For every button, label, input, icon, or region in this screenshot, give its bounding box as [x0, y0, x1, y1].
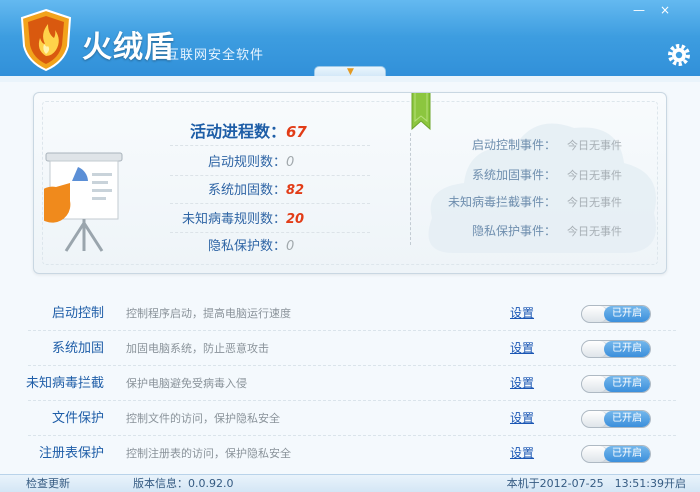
check-update-link[interactable]: 检查更新 [26, 475, 70, 492]
minimize-button[interactable]: — [626, 0, 652, 20]
app-subtitle: 互联网安全软件 [166, 48, 265, 63]
event-privacy-value: 今日无事件 [567, 225, 622, 238]
feature-row-file-protection: 文件保护 控制文件的访问，保护隐私安全 设置 已开启 [28, 401, 676, 436]
feature-description: 控制程序启动，提高电脑运行速度 [126, 307, 291, 320]
stat-value: 0 [286, 155, 295, 170]
toggle-label: 已开启 [604, 376, 650, 392]
close-button[interactable]: × [652, 0, 678, 20]
feature-toggle[interactable]: 已开启 [581, 375, 651, 393]
feature-toggle[interactable]: 已开启 [581, 305, 651, 323]
stat-label: 启动规则数： [207, 155, 286, 170]
settings-link[interactable]: 设置 [510, 401, 534, 436]
stat-privacy-protection: 隐私保护数： 0 [34, 236, 394, 258]
toggle-label: 已开启 [604, 341, 650, 357]
stat-active-processes: 活动进程数： 67 [34, 121, 394, 143]
divider [170, 145, 370, 146]
settings-link[interactable]: 设置 [510, 436, 534, 471]
stat-value: 67 [286, 123, 307, 141]
chevron-down-icon: ▼ [347, 67, 354, 77]
event-virus-intercept-value: 今日无事件 [567, 196, 622, 209]
event-virus-intercept-label: 未知病毒拦截事件： [447, 195, 556, 209]
divider [170, 175, 370, 176]
toggle-label: 已开启 [604, 446, 650, 462]
stat-value: 0 [286, 239, 295, 254]
event-startup-control-label: 启动控制事件： [471, 138, 556, 152]
stat-unknown-virus-rules: 未知病毒规则数： 20 [34, 209, 394, 231]
stat-startup-rules: 启动规则数： 0 [34, 152, 394, 174]
summary-panel: 活动进程数： 67 启动规则数： 0 系统加固数： 82 未知病毒规则数： 20… [33, 92, 667, 274]
stat-label: 隐私保护数： [207, 239, 286, 254]
feature-row-system-hardening: 系统加固 加固电脑系统，防止恶意攻击 设置 已开启 [28, 331, 676, 366]
title-bar: 火绒盾 互联网安全软件 — × ▼ [0, 0, 700, 82]
toggle-label: 已开启 [604, 306, 650, 322]
feature-description: 加固电脑系统，防止恶意攻击 [126, 342, 269, 355]
status-bar: 检查更新 版本信息：0.0.92.0 本机于2012-07-25 13:51:3… [0, 474, 700, 492]
event-startup-control-value: 今日无事件 [567, 139, 622, 152]
divider [170, 203, 370, 204]
feature-description: 保护电脑避免受病毒入侵 [126, 377, 247, 390]
cloud-decoration-icon [428, 123, 656, 253]
version-info: 版本信息：0.0.92.0 [133, 477, 234, 490]
feature-row-startup-control: 启动控制 控制程序启动，提高电脑运行速度 设置 已开启 [28, 296, 676, 331]
settings-link[interactable]: 设置 [510, 366, 534, 401]
feature-description: 控制注册表的访问，保护隐私安全 [126, 447, 291, 460]
feature-row-unknown-virus: 未知病毒拦截 保护电脑避免受病毒入侵 设置 已开启 [25, 366, 676, 401]
app-title: 火绒盾 [82, 30, 175, 65]
event-system-hardening-label: 系统加固事件： [471, 168, 556, 182]
feature-toggle[interactable]: 已开启 [581, 340, 651, 358]
feature-toggle[interactable]: 已开启 [581, 445, 651, 463]
feature-toggle[interactable]: 已开启 [581, 410, 651, 428]
settings-link[interactable]: 设置 [510, 331, 534, 366]
feature-name: 注册表保护 [38, 446, 104, 461]
stat-value: 20 [286, 212, 305, 227]
event-system-hardening-value: 今日无事件 [567, 169, 622, 182]
stat-label: 系统加固数： [207, 183, 286, 198]
stat-value: 82 [286, 183, 305, 198]
divider [170, 232, 370, 233]
event-privacy-label: 隐私保护事件： [471, 224, 556, 238]
stat-system-hardening: 系统加固数： 82 [34, 180, 394, 202]
stat-label: 未知病毒规则数： [181, 212, 286, 227]
feature-name: 文件保护 [51, 411, 104, 426]
settings-link[interactable]: 设置 [510, 296, 534, 331]
feature-name: 启动控制 [51, 306, 104, 321]
boot-time: 本机于2012-07-25 13:51:39开启 [506, 477, 686, 490]
feature-description: 控制文件的访问，保护隐私安全 [126, 412, 280, 425]
feature-row-registry-protection: 注册表保护 控制注册表的访问，保护隐私安全 设置 已开启 [28, 436, 676, 471]
bookmark-ribbon-icon [411, 93, 431, 131]
gear-icon[interactable] [666, 42, 692, 68]
feature-name: 系统加固 [51, 341, 104, 356]
stat-label: 活动进程数： [189, 122, 286, 141]
collapse-panel-tab[interactable]: ▼ [314, 66, 386, 78]
shield-flame-icon [20, 8, 72, 72]
feature-name: 未知病毒拦截 [25, 376, 104, 391]
toggle-label: 已开启 [604, 411, 650, 427]
